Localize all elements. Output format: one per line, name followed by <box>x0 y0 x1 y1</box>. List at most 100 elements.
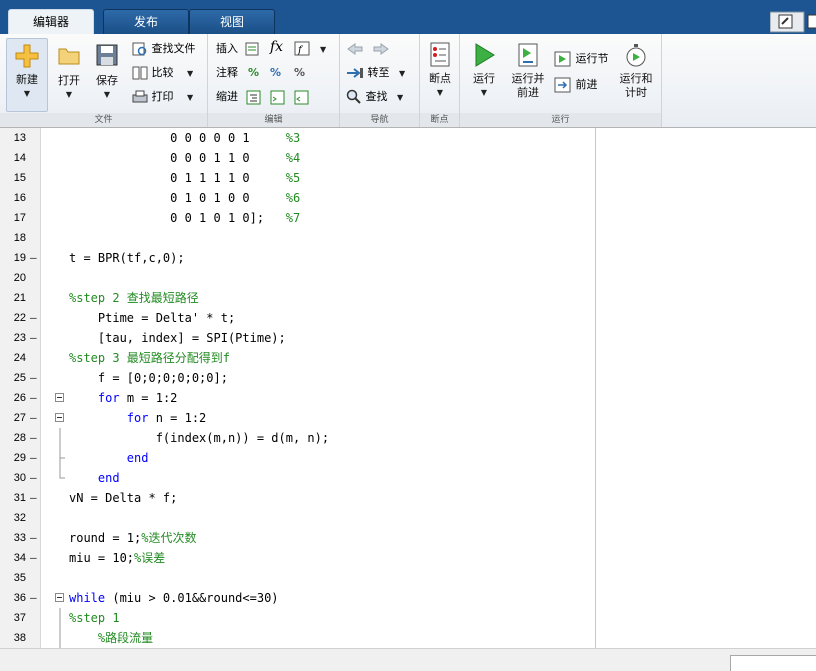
code-line[interactable]: 15 0 1 1 1 1 0 %5 <box>0 168 595 188</box>
code-line[interactable]: 29– end <box>0 448 595 468</box>
status-bar <box>0 648 816 671</box>
fold-toggle-icon[interactable] <box>55 393 64 402</box>
code-line[interactable]: 27– for n = 1:2 <box>0 408 595 428</box>
line-number: 21 <box>13 292 26 304</box>
code-line[interactable]: 21 %step 2 查找最短路径 <box>0 288 595 308</box>
quick-access-icons[interactable] <box>769 0 816 34</box>
code-text: for m = 1:2 <box>97 391 178 405</box>
print-button[interactable]: 打印 ▼ <box>132 88 193 106</box>
insert-section-icon[interactable] <box>244 41 262 57</box>
fold-guide-line <box>59 428 61 448</box>
code-line[interactable]: 34– miu = 10;%误差 <box>0 548 595 568</box>
line-number: 35 <box>13 572 26 584</box>
find-files-button[interactable]: 查找文件 <box>132 40 196 58</box>
quick-access-toolbar <box>769 0 816 34</box>
new-button[interactable]: 新建 ▼ <box>6 38 48 112</box>
indent-button[interactable]: 缩进 <box>216 88 238 106</box>
chevron-down-icon: ▼ <box>65 90 73 99</box>
open-button[interactable]: 打开 ▼ <box>52 40 86 110</box>
chevron-down-icon[interactable]: ▼ <box>320 45 326 54</box>
tab-publish[interactable]: 发布 <box>103 9 189 34</box>
code-line[interactable]: 23– [tau, index] = SPI(Ptime); <box>0 328 595 348</box>
chevron-down-icon: ▼ <box>187 93 194 102</box>
run-button[interactable]: 运行 ▼ <box>466 40 502 110</box>
code-line[interactable]: 35 <box>0 568 595 588</box>
tab-view[interactable]: 视图 <box>189 9 275 34</box>
file-section: 新建 ▼ 打开 ▼ 保存 ▼ 查找文件 比较 ▼ 打印 ▼ 文件 <box>0 34 208 127</box>
run-and-time-button[interactable]: 运行和 计时 <box>614 40 658 110</box>
new-icon <box>15 44 39 68</box>
decrease-indent-icon[interactable] <box>294 90 310 106</box>
fx-button[interactable]: fx <box>270 38 283 56</box>
save-button[interactable]: 保存 ▼ <box>90 40 124 110</box>
comment-button[interactable]: 注释 <box>216 64 238 82</box>
code-text: while (miu > 0.01&&round<=30) <box>69 591 279 605</box>
code-line[interactable]: 19– t = BPR(tf,c,0); <box>0 248 595 268</box>
navigate-section-label: 导航 <box>340 113 419 127</box>
line-number: 34 <box>13 552 26 564</box>
comment-percent-icon[interactable]: % <box>248 64 259 82</box>
increase-indent-icon[interactable] <box>270 90 286 106</box>
code-line[interactable]: 32 <box>0 508 595 528</box>
breakpoints-button[interactable]: 断点 ▼ <box>423 40 457 110</box>
code-editor[interactable]: 13 0 0 0 0 0 1 %3 14 0 0 0 1 1 0 %4 15 0 1… <box>0 128 595 648</box>
advance-button[interactable]: 前进 <box>554 76 598 94</box>
insert-button[interactable]: 插入 <box>216 40 238 58</box>
code-line[interactable]: 37 %step 1 <box>0 608 595 628</box>
code-line[interactable]: 26– for m = 1:2 <box>0 388 595 408</box>
line-number: 15 <box>13 172 26 184</box>
breakpoint-marker[interactable]: – <box>30 588 38 608</box>
run-section-button[interactable]: 运行节 <box>554 50 609 68</box>
breakpoint-marker[interactable]: – <box>30 528 38 548</box>
fold-guide-line <box>59 468 65 479</box>
code-line[interactable]: 30– end <box>0 468 595 488</box>
goto-button[interactable]: 转至 ▼ <box>346 64 405 82</box>
code-line[interactable]: 36– while (miu > 0.01&&round<=30) <box>0 588 595 608</box>
code-line[interactable]: 33– round = 1;%迭代次数 <box>0 528 595 548</box>
breakpoint-marker[interactable]: – <box>30 388 38 408</box>
code-line[interactable]: 13 0 0 0 0 0 1 %3 <box>0 128 595 148</box>
wrap-comment-icon[interactable]: % <box>294 64 305 82</box>
code-text: round = 1;%迭代次数 <box>69 531 197 545</box>
code-line[interactable]: 28– f(index(m,n)) = d(m, n); <box>0 428 595 448</box>
find-button[interactable]: 查找 ▼ <box>346 88 403 106</box>
code-text: %step 3 最短路径分配得到f <box>69 351 231 365</box>
code-text: vN = Delta * f; <box>69 491 178 505</box>
code-line[interactable]: 16 0 1 0 1 0 0 %6 <box>0 188 595 208</box>
run-and-advance-button[interactable]: 运行并 前进 <box>508 40 548 110</box>
breakpoint-marker[interactable]: – <box>30 248 38 268</box>
smart-indent-icon[interactable] <box>246 90 262 106</box>
breakpoint-marker[interactable]: – <box>30 328 38 348</box>
fold-toggle-icon[interactable] <box>55 413 64 422</box>
breakpoints-section: 断点 ▼ 断点 <box>420 34 460 127</box>
line-number: 22 <box>13 312 26 324</box>
tab-editor[interactable]: 编辑器 <box>8 9 94 35</box>
breakpoint-marker[interactable]: – <box>30 428 38 448</box>
run-label: 运行 <box>473 72 495 85</box>
breakpoint-marker[interactable]: – <box>30 308 38 328</box>
breakpoint-marker[interactable]: – <box>30 448 38 468</box>
fold-toggle-icon[interactable] <box>55 593 64 602</box>
breakpoint-marker[interactable]: – <box>30 468 38 488</box>
breakpoint-marker[interactable]: – <box>30 488 38 508</box>
code-line[interactable]: 24 %step 3 最短路径分配得到f <box>0 348 595 368</box>
code-line[interactable]: 25– f = [0;0;0;0;0;0]; <box>0 368 595 388</box>
code-line[interactable]: 20 <box>0 268 595 288</box>
code-line[interactable]: 18 <box>0 228 595 248</box>
chevron-down-icon: ▼ <box>436 88 444 97</box>
code-line[interactable]: 14 0 0 0 1 1 0 %4 <box>0 148 595 168</box>
code-line[interactable]: 31– vN = Delta * f; <box>0 488 595 508</box>
code-line[interactable]: 22– Ptime = Delta' * t; <box>0 308 595 328</box>
breakpoint-marker[interactable]: – <box>30 548 38 568</box>
code-line[interactable]: 17 0 0 1 0 1 0]; %7 <box>0 208 595 228</box>
back-forward-icon[interactable] <box>346 42 390 56</box>
breakpoint-marker[interactable]: – <box>30 368 38 388</box>
code-text: for n = 1:2 <box>126 411 207 425</box>
code-line[interactable]: 38 %路段流量 <box>0 628 595 648</box>
insert-function-icon[interactable]: f <box>294 41 312 57</box>
toolstrip-ribbon: 新建 ▼ 打开 ▼ 保存 ▼ 查找文件 比较 ▼ 打印 ▼ 文件 插入 fx f… <box>0 34 816 128</box>
code-text: %step 2 查找最短路径 <box>69 291 199 305</box>
compare-button[interactable]: 比较 ▼ <box>132 64 193 82</box>
breakpoint-marker[interactable]: – <box>30 408 38 428</box>
uncomment-icon[interactable]: % <box>270 64 281 82</box>
